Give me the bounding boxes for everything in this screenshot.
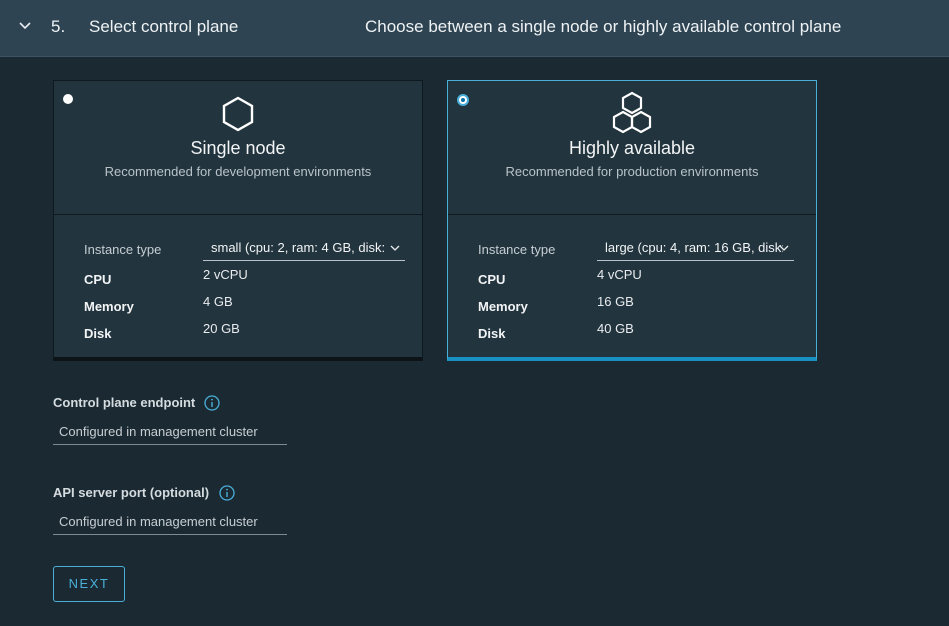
cpu-label: CPU bbox=[478, 272, 506, 287]
chevron-down-icon bbox=[779, 245, 789, 251]
card-subtitle: Recommended for development environments bbox=[104, 164, 372, 179]
card-title: Highly available bbox=[568, 138, 696, 158]
card-title: Single node bbox=[190, 138, 286, 158]
cpu-value: 2 vCPU bbox=[203, 267, 248, 282]
instance-type-label: Instance type bbox=[478, 242, 556, 257]
info-icon[interactable] bbox=[204, 395, 220, 411]
instance-type-select[interactable]: large (cpu: 4, ram: 16 GB, disk: 40 GB) bbox=[597, 240, 794, 261]
hexagon-icon bbox=[222, 96, 254, 132]
endpoint-label: Control plane endpoint bbox=[53, 395, 196, 410]
step-title: Select control plane bbox=[89, 17, 239, 36]
memory-label: Memory bbox=[478, 299, 528, 314]
card-header: Highly available Recommended for product… bbox=[448, 81, 816, 215]
step-header[interactable]: 5. Select control plane Choose between a… bbox=[0, 0, 949, 57]
memory-value: 4 GB bbox=[203, 294, 233, 309]
memory-value: 16 GB bbox=[597, 294, 634, 309]
disk-label: Disk bbox=[84, 326, 112, 341]
highly-available-radio[interactable] bbox=[457, 94, 469, 106]
disk-label: Disk bbox=[478, 326, 506, 341]
instance-type-label: Instance type bbox=[84, 242, 162, 257]
next-button[interactable]: NEXT bbox=[53, 566, 125, 602]
instance-type-value: large (cpu: 4, ram: 16 GB, disk: 40 GB) bbox=[605, 240, 783, 255]
info-icon[interactable] bbox=[219, 485, 235, 501]
chevron-down-icon[interactable] bbox=[16, 17, 34, 35]
cpu-label: CPU bbox=[84, 272, 112, 287]
instance-type-value: small (cpu: 2, ram: 4 GB, disk: 20 GB) bbox=[211, 240, 389, 255]
api-port-input[interactable]: Configured in management cluster bbox=[53, 513, 287, 535]
disk-value: 20 GB bbox=[203, 321, 240, 336]
instance-type-select[interactable]: small (cpu: 2, ram: 4 GB, disk: 20 GB) bbox=[203, 240, 405, 261]
cpu-value: 4 vCPU bbox=[597, 267, 642, 282]
single-node-card[interactable]: Single node Recommended for development … bbox=[53, 80, 423, 361]
card-subtitle: Recommended for production environments bbox=[505, 164, 759, 179]
memory-label: Memory bbox=[84, 299, 134, 314]
single-node-radio[interactable] bbox=[63, 94, 73, 104]
step-number: 5. bbox=[51, 17, 66, 36]
chevron-down-icon bbox=[390, 245, 400, 251]
endpoint-input[interactable]: Configured in management cluster bbox=[53, 423, 287, 445]
disk-value: 40 GB bbox=[597, 321, 634, 336]
card-header: Single node Recommended for development … bbox=[54, 81, 422, 215]
api-port-label: API server port (optional) bbox=[53, 485, 210, 500]
highly-available-card[interactable]: Highly available Recommended for product… bbox=[447, 80, 817, 361]
hexagon-cluster-icon bbox=[612, 91, 652, 134]
step-description: Choose between a single node or highly a… bbox=[365, 17, 842, 36]
